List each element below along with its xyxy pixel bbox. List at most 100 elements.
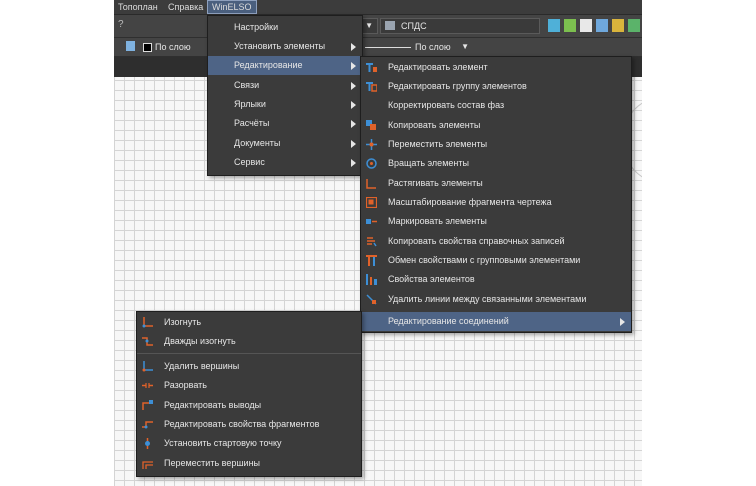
color-swatch-icon bbox=[143, 43, 152, 52]
document-check-icon[interactable] bbox=[628, 19, 640, 32]
layer-icon[interactable] bbox=[126, 41, 135, 51]
menu-item-links[interactable]: Связи bbox=[208, 76, 362, 95]
document-yellow-icon[interactable] bbox=[612, 19, 624, 32]
winelso-menu: Настройки Установить элементы Редактиров… bbox=[207, 15, 363, 176]
layer-combo[interactable]: По слою bbox=[140, 39, 210, 55]
menu-item-service[interactable]: Сервис bbox=[208, 153, 362, 172]
document-green-icon[interactable] bbox=[564, 19, 576, 32]
linetype-combo-value: По слою bbox=[415, 42, 451, 52]
chevron-right-icon bbox=[351, 120, 356, 128]
copy-properties-icon bbox=[367, 237, 377, 247]
style-combo[interactable]: СПДС bbox=[380, 18, 540, 34]
document-blue-icon[interactable] bbox=[548, 19, 560, 32]
break-icon bbox=[142, 383, 153, 388]
line-sample-icon bbox=[365, 47, 411, 48]
chevron-right-icon bbox=[351, 101, 356, 109]
toolbar-icon-group bbox=[542, 17, 642, 35]
menu-bar: Топоплан Справка WinELSO bbox=[114, 0, 642, 15]
menu-item-move-vertices[interactable]: Переместить вершины bbox=[137, 454, 361, 473]
rotate-icon bbox=[366, 158, 377, 169]
start-point-icon bbox=[145, 438, 150, 449]
menu-item-settings[interactable]: Настройки bbox=[208, 18, 362, 37]
menu-item-edit-fragment-props[interactable]: Редактировать свойства фрагментов bbox=[137, 415, 361, 434]
menu-item-copy-elements[interactable]: Копировать элементы bbox=[361, 116, 631, 135]
chevron-down-icon: ▼ bbox=[365, 21, 373, 30]
chevron-right-icon bbox=[351, 62, 356, 70]
edit-element-icon bbox=[366, 63, 377, 72]
menu-item-delete-vertices[interactable]: Удалить вершины bbox=[137, 357, 361, 376]
menu-item-mark-elements[interactable]: Маркировать элементы bbox=[361, 212, 631, 231]
menu-winelso[interactable]: WinELSO bbox=[207, 0, 257, 14]
menu-item-element-properties[interactable]: Свойства элементов bbox=[361, 270, 631, 289]
double-bend-icon bbox=[142, 337, 153, 346]
connections-submenu: Изогнуть Дважды изогнуть Удалить вершины… bbox=[136, 311, 362, 477]
menu-item-documents[interactable]: Документы bbox=[208, 134, 362, 153]
menu-item-label: Растягивать элементы bbox=[388, 178, 483, 188]
menu-item-label: Установить элементы bbox=[234, 41, 326, 51]
menu-item-break[interactable]: Разорвать bbox=[137, 376, 361, 395]
style-combo-value: СПДС bbox=[401, 21, 427, 31]
menu-item-label: Редактировать выводы bbox=[164, 400, 262, 410]
menu-item-label: Редактировать свойства фрагментов bbox=[164, 419, 320, 429]
menu-item-editing[interactable]: Редактирование bbox=[208, 56, 362, 75]
menu-item-stretch-elements[interactable]: Растягивать элементы bbox=[361, 174, 631, 193]
menu-item-label: Дважды изогнуть bbox=[164, 336, 236, 346]
menu-item-label: Расчёты bbox=[234, 118, 270, 128]
menu-item-move-elements[interactable]: Переместить элементы bbox=[361, 135, 631, 154]
menu-item-label: Связи bbox=[234, 80, 260, 90]
toolbar-main: ? ▼ СПДС bbox=[114, 15, 642, 38]
menu-item-copy-ref-props[interactable]: Копировать свойства справочных записей bbox=[361, 232, 631, 251]
menu-item-label: Копировать свойства справочных записей bbox=[388, 236, 565, 246]
menu-separator bbox=[137, 353, 361, 354]
menu-item-correct-phases[interactable]: Корректировать состав фаз bbox=[361, 96, 631, 115]
menu-item-install-elements[interactable]: Установить элементы bbox=[208, 37, 362, 56]
menu-item-label: Редактирование bbox=[234, 60, 303, 70]
menu-help[interactable]: Справка bbox=[164, 0, 207, 14]
menu-item-edit-element[interactable]: Редактировать элемент bbox=[361, 58, 631, 77]
menu-item-label: Свойства элементов bbox=[388, 274, 475, 284]
menu-item-set-start-point[interactable]: Установить стартовую точку bbox=[137, 434, 361, 453]
menu-item-label: Редактировать группу элементов bbox=[388, 81, 527, 91]
exchange-icon bbox=[366, 255, 377, 266]
document-white-icon[interactable] bbox=[580, 19, 592, 32]
menu-item-label: Копировать элементы bbox=[388, 120, 481, 130]
menu-topoplan[interactable]: Топоплан bbox=[114, 0, 162, 14]
stretch-icon bbox=[366, 179, 376, 189]
menu-item-label: Разорвать bbox=[164, 380, 207, 390]
scale-icon bbox=[366, 197, 377, 208]
menu-item-label: Удалить вершины bbox=[164, 361, 240, 371]
menu-item-edit-group[interactable]: Редактировать группу элементов bbox=[361, 77, 631, 96]
menu-item-label: Переместить вершины bbox=[164, 458, 261, 468]
menu-item-bend[interactable]: Изогнуть bbox=[137, 313, 361, 332]
linetype-combo[interactable]: По слою ▼ bbox=[362, 39, 474, 55]
menu-item-label: Обмен свойствами с групповыми элементами bbox=[388, 255, 581, 265]
menu-item-label: Корректировать состав фаз bbox=[388, 100, 505, 110]
menu-item-scale-fragment[interactable]: Масштабирование фрагмента чертежа bbox=[361, 193, 631, 212]
menu-item-label: Установить стартовую точку bbox=[164, 438, 282, 448]
menu-item-label: Вращать элементы bbox=[388, 158, 469, 168]
chevron-right-icon bbox=[351, 82, 356, 90]
chevron-right-icon bbox=[351, 159, 356, 167]
menu-item-remove-lines[interactable]: Удалить линии между связанными элементам… bbox=[361, 290, 631, 309]
menu-item-labels[interactable]: Ярлыки bbox=[208, 95, 362, 114]
chevron-right-icon bbox=[351, 43, 356, 51]
edit-group-icon bbox=[366, 82, 377, 92]
menu-item-label: Редактировать элемент bbox=[388, 62, 488, 72]
document-grid-icon[interactable] bbox=[596, 19, 608, 32]
delete-vertices-icon bbox=[142, 361, 153, 372]
menu-item-label: Удалить линии между связанными элементам… bbox=[388, 294, 587, 304]
edit-terminals-icon bbox=[142, 400, 153, 410]
fragment-properties-icon bbox=[142, 421, 153, 429]
menu-item-label: Масштабирование фрагмента чертежа bbox=[388, 197, 552, 207]
menu-item-edit-terminals[interactable]: Редактировать выводы bbox=[137, 396, 361, 415]
menu-item-rotate-elements[interactable]: Вращать элементы bbox=[361, 154, 631, 173]
help-button[interactable]: ? bbox=[118, 19, 130, 33]
chevron-down-icon: ▼ bbox=[461, 42, 469, 51]
menu-item-calculations[interactable]: Расчёты bbox=[208, 114, 362, 133]
toolbar-properties: По слою По слою ▼ bbox=[114, 38, 642, 57]
menu-item-label: Ярлыки bbox=[234, 99, 266, 109]
menu-item-edit-connections[interactable]: Редактирование соединений bbox=[361, 312, 631, 331]
menu-item-double-bend[interactable]: Дважды изогнуть bbox=[137, 332, 361, 351]
menu-item-exchange-props[interactable]: Обмен свойствами с групповыми элементами bbox=[361, 251, 631, 270]
chevron-right-icon bbox=[351, 140, 356, 148]
